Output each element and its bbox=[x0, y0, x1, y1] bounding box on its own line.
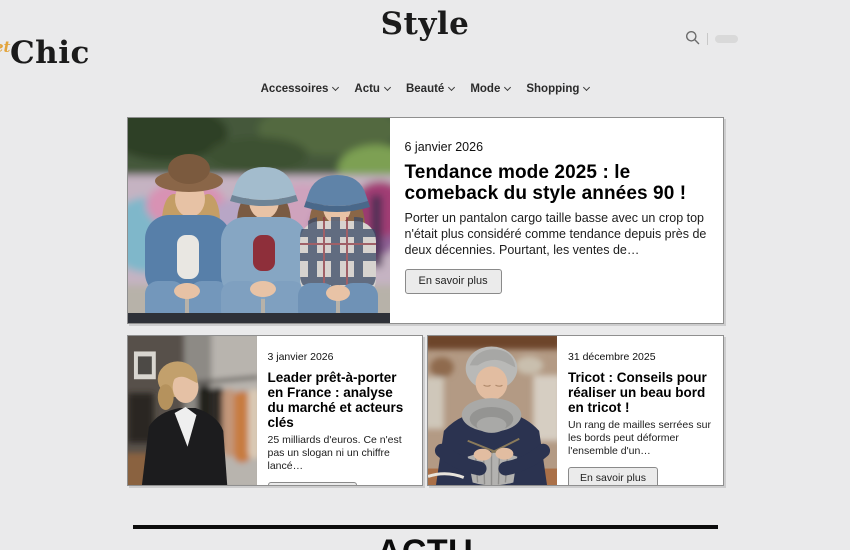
logo-word-chic: Chic bbox=[10, 35, 90, 71]
hero-article-excerpt: Porter un pantalon cargo taille basse av… bbox=[405, 210, 707, 258]
main-nav: Accessoires Actu Beauté Mode Shopping bbox=[0, 81, 850, 97]
hero-article-date: 6 janvier 2026 bbox=[405, 140, 707, 154]
chevron-down-icon bbox=[583, 83, 590, 90]
nav-item-actu[interactable]: Actu bbox=[354, 81, 390, 97]
chevron-down-icon bbox=[504, 83, 511, 90]
header-tools bbox=[685, 30, 738, 48]
section-divider bbox=[133, 525, 718, 529]
article-excerpt: 25 milliards d'euros. Ce n'est pas un sl… bbox=[268, 434, 413, 474]
article-card-tricot: 31 décembre 2025 Tricot : Conseils pour … bbox=[427, 335, 724, 486]
article-card-pret-a-porter: 3 janvier 2026 Leader prêt-à-porter en F… bbox=[127, 335, 424, 486]
hero-article-body: 6 janvier 2026 Tendance mode 2025 : le c… bbox=[390, 118, 723, 323]
site-header: Style etChic bbox=[0, 0, 850, 68]
hero-article-card: 6 janvier 2026 Tendance mode 2025 : le c… bbox=[127, 117, 724, 324]
article-read-more-button[interactable]: En savoir plus bbox=[268, 482, 358, 486]
search-icon bbox=[685, 30, 700, 48]
hero-article-title[interactable]: Tendance mode 2025 : le comeback du styl… bbox=[405, 162, 707, 205]
pill-placeholder[interactable] bbox=[715, 35, 738, 43]
article-title[interactable]: Tricot : Conseils pour réaliser un beau … bbox=[568, 370, 713, 415]
article-read-more-button[interactable]: En savoir plus bbox=[568, 467, 658, 486]
article-date: 3 janvier 2026 bbox=[268, 351, 413, 363]
logo-word-et: et bbox=[0, 41, 10, 55]
hero-article-image[interactable] bbox=[128, 118, 390, 323]
search-button[interactable] bbox=[685, 30, 700, 48]
article-image-knitting[interactable] bbox=[428, 336, 557, 485]
section-title-actu: ACTU bbox=[0, 533, 850, 550]
nav-item-beaute[interactable]: Beauté bbox=[406, 81, 454, 97]
article-body: 3 janvier 2026 Leader prêt-à-porter en F… bbox=[257, 336, 423, 485]
nav-item-accessoires[interactable]: Accessoires bbox=[261, 81, 339, 97]
article-date: 31 décembre 2025 bbox=[568, 351, 713, 363]
articles-row: 3 janvier 2026 Leader prêt-à-porter en F… bbox=[127, 335, 724, 486]
chevron-down-icon bbox=[384, 83, 391, 90]
article-image-boutique[interactable] bbox=[128, 336, 257, 485]
woman-left bbox=[145, 154, 231, 323]
article-body: 31 décembre 2025 Tricot : Conseils pour … bbox=[557, 336, 723, 485]
nav-item-shopping[interactable]: Shopping bbox=[526, 81, 589, 97]
chevron-down-icon bbox=[448, 83, 455, 90]
page: Style etChic Accessoires Actu bbox=[0, 0, 850, 550]
hero-read-more-button[interactable]: En savoir plus bbox=[405, 269, 502, 294]
chevron-down-icon bbox=[332, 83, 339, 90]
article-excerpt: Un rang de mailles serrées sur les bords… bbox=[568, 419, 713, 459]
header-divider bbox=[707, 33, 708, 45]
nav-item-mode[interactable]: Mode bbox=[470, 81, 510, 97]
article-title[interactable]: Leader prêt-à-porter en France : analyse… bbox=[268, 370, 413, 430]
content: 6 janvier 2026 Tendance mode 2025 : le c… bbox=[127, 117, 724, 486]
